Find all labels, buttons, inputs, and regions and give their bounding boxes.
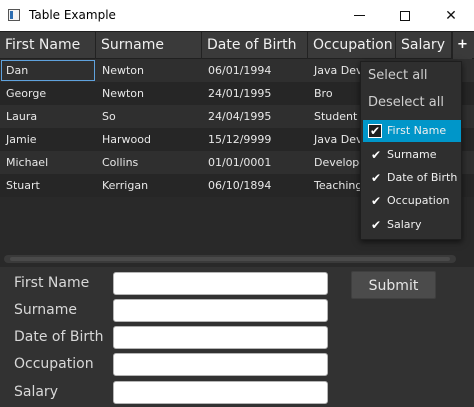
- minimize-button[interactable]: [336, 0, 382, 31]
- table-cell-first-name[interactable]: Dan: [0, 59, 96, 82]
- table-cell-surname[interactable]: Harwood: [96, 128, 202, 151]
- column-visibility-menu: Select all Deselect all ✔ First Name ✔ S…: [360, 61, 462, 240]
- table-cell-date-of-birth[interactable]: 01/01/0001: [202, 151, 308, 174]
- table-cell-first-name[interactable]: George: [0, 82, 96, 105]
- horizontal-scrollbar[interactable]: [4, 255, 456, 263]
- table-cell-surname[interactable]: Collins: [96, 151, 202, 174]
- first-name-field[interactable]: [113, 272, 328, 295]
- column-toggle-label: Date of Birth: [387, 171, 458, 184]
- table-cell-date-of-birth[interactable]: 06/01/1994: [202, 59, 308, 82]
- maximize-button[interactable]: [382, 0, 428, 31]
- table-cell-date-of-birth[interactable]: 06/10/1894: [202, 174, 308, 197]
- deselect-all-menu-item[interactable]: Deselect all: [368, 95, 444, 110]
- occupation-field[interactable]: [113, 353, 328, 376]
- table-cell-surname[interactable]: So: [96, 105, 202, 128]
- salary-field[interactable]: [113, 381, 328, 404]
- select-all-menu-item[interactable]: Select all: [368, 68, 427, 83]
- date-of-birth-label: Date of Birth: [14, 329, 104, 345]
- table-cell-surname[interactable]: Newton: [96, 82, 202, 105]
- column-header-first-name[interactable]: First Name: [0, 32, 96, 60]
- column-toggle-label: Salary: [387, 218, 422, 231]
- date-of-birth-field[interactable]: [113, 326, 328, 349]
- app-window: Table Example ✕ First Name Surname Date …: [0, 0, 474, 407]
- close-icon: ✕: [445, 7, 457, 24]
- table-cell-date-of-birth[interactable]: 24/01/1995: [202, 82, 308, 105]
- surname-field[interactable]: [113, 299, 328, 322]
- occupation-label: Occupation: [14, 356, 94, 372]
- column-header-salary[interactable]: Salary: [396, 32, 452, 60]
- checkmark-icon: ✔: [371, 148, 382, 162]
- column-header-date-of-birth[interactable]: Date of Birth: [202, 32, 308, 60]
- column-toggle-first-name[interactable]: ✔ First Name: [363, 120, 461, 142]
- title-bar: Table Example ✕: [0, 0, 474, 31]
- table-cell-date-of-birth[interactable]: 24/04/1995: [202, 105, 308, 128]
- salary-label: Salary: [14, 384, 58, 400]
- column-header-occupation[interactable]: Occupation: [308, 32, 396, 60]
- checkmark-icon: ✔: [368, 124, 382, 138]
- checkmark-icon: ✔: [371, 171, 382, 185]
- app-icon: [8, 9, 20, 21]
- column-toggle-surname[interactable]: ✔ Surname: [363, 144, 461, 166]
- table-cell-first-name[interactable]: Laura: [0, 105, 96, 128]
- table-cell-surname[interactable]: Kerrigan: [96, 174, 202, 197]
- checkmark-icon: ✔: [371, 194, 382, 208]
- column-header-surname[interactable]: Surname: [96, 32, 202, 60]
- column-toggle-occupation[interactable]: ✔ Occupation: [363, 190, 461, 212]
- window-title: Table Example: [29, 8, 116, 22]
- table-cell-date-of-birth[interactable]: 15/12/9999: [202, 128, 308, 151]
- close-button[interactable]: ✕: [428, 0, 474, 31]
- maximize-icon: [400, 10, 410, 21]
- column-menu-button[interactable]: +: [452, 32, 472, 60]
- checkmark-icon: ✔: [371, 218, 382, 232]
- column-toggle-date-of-birth[interactable]: ✔ Date of Birth: [363, 167, 461, 189]
- first-name-label: First Name: [14, 275, 90, 291]
- table-cell-surname[interactable]: Newton: [96, 59, 202, 82]
- column-toggle-label: First Name: [387, 124, 447, 137]
- submit-button[interactable]: Submit: [351, 271, 436, 299]
- table-cell-first-name[interactable]: Michael: [0, 151, 96, 174]
- table-header: First Name Surname Date of Birth Occupat…: [0, 31, 474, 60]
- minimize-icon: [353, 15, 365, 16]
- surname-label: Surname: [14, 302, 77, 318]
- column-toggle-label: Surname: [387, 148, 437, 161]
- scrollbar-thumb[interactable]: [10, 257, 450, 261]
- column-toggle-salary[interactable]: ✔ Salary: [363, 214, 461, 236]
- table-cell-first-name[interactable]: Jamie: [0, 128, 96, 151]
- table-cell-first-name[interactable]: Stuart: [0, 174, 96, 197]
- column-toggle-label: Occupation: [387, 194, 450, 207]
